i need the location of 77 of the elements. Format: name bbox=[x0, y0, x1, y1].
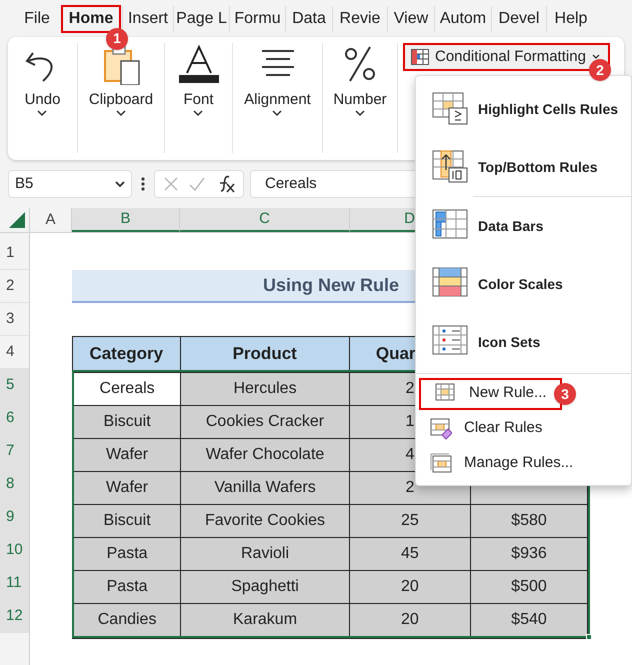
stacked-grid-icon bbox=[430, 452, 452, 474]
ribbon-group-button[interactable]: Number bbox=[333, 91, 387, 117]
row-header[interactable]: 10 bbox=[0, 534, 29, 567]
ribbon-tab[interactable]: Autom bbox=[435, 4, 491, 34]
chevron-down-icon bbox=[116, 109, 126, 117]
name-box[interactable]: B5 bbox=[8, 170, 132, 198]
ribbon-group-button[interactable]: Undo bbox=[24, 91, 60, 117]
table-cell: Pasta bbox=[74, 538, 182, 570]
ribbon-tab[interactable]: Formu bbox=[230, 4, 285, 34]
chevron-down-icon bbox=[354, 109, 365, 117]
table-cell: Ravioli bbox=[181, 538, 350, 570]
ribbon-tab[interactable]: File bbox=[14, 4, 60, 34]
table-cell: $540 bbox=[470, 604, 588, 636]
table-grid-icon bbox=[411, 49, 429, 65]
column-heading: Product bbox=[180, 337, 350, 370]
row-header[interactable]: 12 bbox=[0, 600, 29, 633]
table-cell: 25 bbox=[350, 505, 471, 537]
menu-item[interactable]: Top/Bottom Rules bbox=[416, 138, 631, 196]
ribbon-tab[interactable]: Insert bbox=[123, 4, 173, 34]
font-color-icon bbox=[178, 43, 218, 85]
ribbon-tab[interactable]: Data bbox=[286, 4, 332, 34]
table-cell: Hercules bbox=[181, 373, 350, 405]
table-cell: Pasta bbox=[74, 571, 182, 603]
ribbon-group-button[interactable]: Clipboard bbox=[88, 91, 154, 117]
ribbon-tab[interactable]: View bbox=[388, 4, 434, 34]
table-cell: 45 bbox=[350, 538, 471, 570]
table-cell: Karakum bbox=[181, 604, 350, 636]
check-icon bbox=[188, 176, 206, 192]
select-all-icon bbox=[9, 212, 25, 228]
table-cell: Favorite Cookies bbox=[181, 505, 350, 537]
table-cell: $500 bbox=[470, 571, 588, 603]
column-heading: Category bbox=[73, 337, 181, 370]
chevron-down-icon bbox=[37, 109, 48, 117]
row-header[interactable]: 9 bbox=[0, 501, 29, 534]
ribbon-group-button[interactable]: Font bbox=[183, 91, 214, 117]
row-header[interactable]: 11 bbox=[0, 567, 29, 600]
column-header[interactable]: B bbox=[72, 208, 180, 232]
table-cell: Wafer Chocolate bbox=[181, 439, 350, 471]
row-header[interactable]: 3 bbox=[0, 303, 29, 336]
row-header[interactable]: 2 bbox=[0, 270, 29, 303]
table-cell: Candies bbox=[74, 604, 182, 636]
table-cell: Wafer bbox=[74, 472, 182, 504]
chevron-down-icon bbox=[115, 180, 125, 188]
ribbon-group-button[interactable]: Alignment bbox=[244, 91, 311, 117]
ribbon-tab[interactable]: Revie bbox=[333, 4, 387, 34]
step-badge: 1 bbox=[106, 28, 128, 50]
table-cell: Biscuit bbox=[74, 406, 182, 438]
ribbon-tab[interactable]: Help bbox=[547, 4, 595, 34]
table-cell: 20 bbox=[350, 571, 471, 603]
chevron-down-icon bbox=[272, 109, 282, 117]
table-cell: Spaghetti bbox=[181, 571, 350, 603]
table-cell: $580 bbox=[470, 505, 588, 537]
step-badge: 3 bbox=[554, 383, 576, 405]
highlight-rule-icon bbox=[432, 92, 468, 126]
ribbon-tab[interactable]: Home bbox=[60, 4, 122, 34]
row-header[interactable]: 8 bbox=[0, 468, 29, 501]
row-header[interactable]: 6 bbox=[0, 402, 29, 435]
row-header[interactable]: 1 bbox=[0, 237, 29, 270]
table-cell: $936 bbox=[470, 538, 588, 570]
row-header[interactable]: 7 bbox=[0, 435, 29, 468]
row-header[interactable]: 5 bbox=[0, 369, 29, 402]
eraser-grid-icon bbox=[430, 418, 452, 440]
ribbon-tab[interactable]: Devel bbox=[492, 4, 546, 34]
menu-item[interactable]: Highlight Cells Rules bbox=[416, 80, 631, 138]
table-cell: Wafer bbox=[74, 439, 182, 471]
table-cell: Biscuit bbox=[74, 505, 182, 537]
table-cell: Vanilla Wafers bbox=[181, 472, 350, 504]
top-rule-icon bbox=[432, 150, 468, 184]
cancel-icon bbox=[163, 176, 180, 192]
chevron-down-icon bbox=[592, 54, 600, 60]
column-header[interactable]: C bbox=[180, 208, 350, 232]
clipboard-icon bbox=[101, 43, 141, 85]
chevron-down-icon bbox=[193, 109, 204, 117]
table-cell: Cookies Cracker bbox=[181, 406, 350, 438]
fill-handle[interactable] bbox=[586, 634, 592, 640]
table-cell: 20 bbox=[350, 604, 471, 636]
ribbon-tab[interactable]: Page L bbox=[174, 4, 229, 34]
